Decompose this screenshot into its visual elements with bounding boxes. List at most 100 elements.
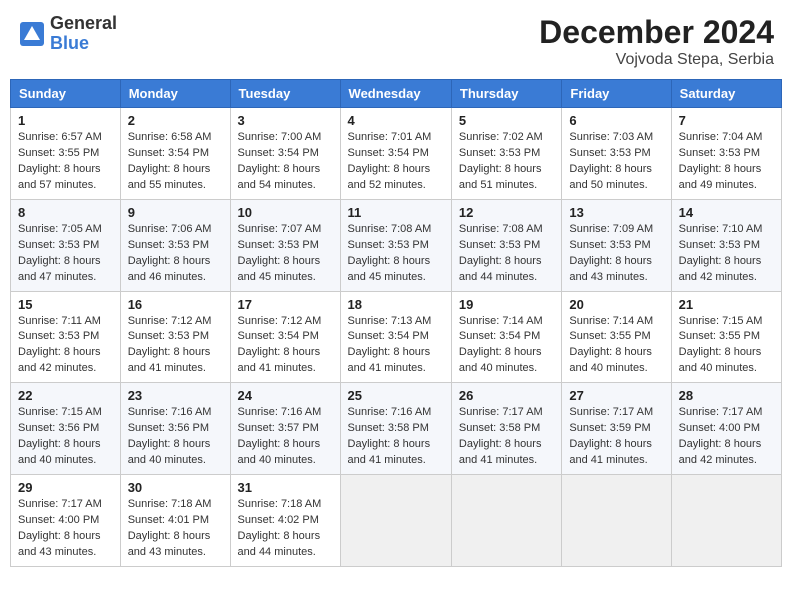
day-number: 29 <box>18 480 113 495</box>
location-subtitle: Vojvoda Stepa, Serbia <box>539 51 774 69</box>
day-number: 14 <box>679 205 774 220</box>
day-info: Sunrise: 7:03 AM Sunset: 3:53 PM Dayligh… <box>569 130 663 194</box>
day-info: Sunrise: 7:12 AM Sunset: 3:53 PM Dayligh… <box>128 314 223 378</box>
calendar-cell: 13 Sunrise: 7:09 AM Sunset: 3:53 PM Dayl… <box>562 199 671 291</box>
day-info: Sunrise: 7:13 AM Sunset: 3:54 PM Dayligh… <box>348 314 444 378</box>
day-number: 8 <box>18 205 113 220</box>
calendar-cell: 5 Sunrise: 7:02 AM Sunset: 3:53 PM Dayli… <box>451 108 561 200</box>
day-number: 1 <box>18 113 113 128</box>
day-number: 10 <box>238 205 333 220</box>
day-info: Sunrise: 7:17 AM Sunset: 3:59 PM Dayligh… <box>569 405 663 469</box>
day-info: Sunrise: 7:17 AM Sunset: 4:00 PM Dayligh… <box>18 497 113 561</box>
weekday-header-sunday: Sunday <box>11 80 121 108</box>
day-number: 17 <box>238 297 333 312</box>
day-number: 7 <box>679 113 774 128</box>
day-info: Sunrise: 7:16 AM Sunset: 3:56 PM Dayligh… <box>128 405 223 469</box>
weekday-header-wednesday: Wednesday <box>340 80 451 108</box>
day-info: Sunrise: 7:01 AM Sunset: 3:54 PM Dayligh… <box>348 130 444 194</box>
calendar-week-row: 1 Sunrise: 6:57 AM Sunset: 3:55 PM Dayli… <box>11 108 782 200</box>
day-number: 20 <box>569 297 663 312</box>
day-info: Sunrise: 7:10 AM Sunset: 3:53 PM Dayligh… <box>679 222 774 286</box>
day-number: 9 <box>128 205 223 220</box>
calendar-cell: 6 Sunrise: 7:03 AM Sunset: 3:53 PM Dayli… <box>562 108 671 200</box>
calendar-cell: 28 Sunrise: 7:17 AM Sunset: 4:00 PM Dayl… <box>671 383 781 475</box>
day-number: 21 <box>679 297 774 312</box>
day-info: Sunrise: 7:08 AM Sunset: 3:53 PM Dayligh… <box>459 222 554 286</box>
logo-general-text: General <box>50 14 117 34</box>
calendar-cell: 23 Sunrise: 7:16 AM Sunset: 3:56 PM Dayl… <box>120 383 230 475</box>
day-info: Sunrise: 7:17 AM Sunset: 4:00 PM Dayligh… <box>679 405 774 469</box>
day-number: 19 <box>459 297 554 312</box>
day-number: 2 <box>128 113 223 128</box>
calendar-cell: 26 Sunrise: 7:17 AM Sunset: 3:58 PM Dayl… <box>451 383 561 475</box>
day-number: 22 <box>18 388 113 403</box>
calendar-week-row: 15 Sunrise: 7:11 AM Sunset: 3:53 PM Dayl… <box>11 291 782 383</box>
day-number: 3 <box>238 113 333 128</box>
day-info: Sunrise: 6:58 AM Sunset: 3:54 PM Dayligh… <box>128 130 223 194</box>
day-info: Sunrise: 7:18 AM Sunset: 4:01 PM Dayligh… <box>128 497 223 561</box>
day-number: 12 <box>459 205 554 220</box>
logo-text: General Blue <box>50 14 117 54</box>
logo-blue-text: Blue <box>50 34 117 54</box>
day-number: 26 <box>459 388 554 403</box>
calendar-cell: 3 Sunrise: 7:00 AM Sunset: 3:54 PM Dayli… <box>230 108 340 200</box>
calendar-header-row: SundayMondayTuesdayWednesdayThursdayFrid… <box>11 80 782 108</box>
page-header: General Blue December 2024 Vojvoda Stepa… <box>10 10 782 73</box>
day-info: Sunrise: 7:12 AM Sunset: 3:54 PM Dayligh… <box>238 314 333 378</box>
day-number: 25 <box>348 388 444 403</box>
calendar-cell: 17 Sunrise: 7:12 AM Sunset: 3:54 PM Dayl… <box>230 291 340 383</box>
weekday-header-monday: Monday <box>120 80 230 108</box>
day-info: Sunrise: 7:15 AM Sunset: 3:55 PM Dayligh… <box>679 314 774 378</box>
calendar-cell: 18 Sunrise: 7:13 AM Sunset: 3:54 PM Dayl… <box>340 291 451 383</box>
calendar-cell <box>340 475 451 567</box>
calendar-cell: 31 Sunrise: 7:18 AM Sunset: 4:02 PM Dayl… <box>230 475 340 567</box>
calendar-cell: 11 Sunrise: 7:08 AM Sunset: 3:53 PM Dayl… <box>340 199 451 291</box>
calendar-cell: 29 Sunrise: 7:17 AM Sunset: 4:00 PM Dayl… <box>11 475 121 567</box>
calendar-cell <box>562 475 671 567</box>
day-number: 11 <box>348 205 444 220</box>
day-number: 15 <box>18 297 113 312</box>
day-info: Sunrise: 7:00 AM Sunset: 3:54 PM Dayligh… <box>238 130 333 194</box>
day-info: Sunrise: 7:16 AM Sunset: 3:57 PM Dayligh… <box>238 405 333 469</box>
day-number: 31 <box>238 480 333 495</box>
calendar-cell: 1 Sunrise: 6:57 AM Sunset: 3:55 PM Dayli… <box>11 108 121 200</box>
calendar-cell: 27 Sunrise: 7:17 AM Sunset: 3:59 PM Dayl… <box>562 383 671 475</box>
calendar-cell: 9 Sunrise: 7:06 AM Sunset: 3:53 PM Dayli… <box>120 199 230 291</box>
day-info: Sunrise: 7:06 AM Sunset: 3:53 PM Dayligh… <box>128 222 223 286</box>
day-number: 23 <box>128 388 223 403</box>
weekday-header-friday: Friday <box>562 80 671 108</box>
day-number: 24 <box>238 388 333 403</box>
day-number: 18 <box>348 297 444 312</box>
day-number: 13 <box>569 205 663 220</box>
day-info: Sunrise: 7:04 AM Sunset: 3:53 PM Dayligh… <box>679 130 774 194</box>
calendar-week-row: 29 Sunrise: 7:17 AM Sunset: 4:00 PM Dayl… <box>11 475 782 567</box>
day-number: 6 <box>569 113 663 128</box>
day-info: Sunrise: 7:09 AM Sunset: 3:53 PM Dayligh… <box>569 222 663 286</box>
day-info: Sunrise: 7:14 AM Sunset: 3:54 PM Dayligh… <box>459 314 554 378</box>
calendar-cell: 30 Sunrise: 7:18 AM Sunset: 4:01 PM Dayl… <box>120 475 230 567</box>
calendar-cell: 21 Sunrise: 7:15 AM Sunset: 3:55 PM Dayl… <box>671 291 781 383</box>
calendar-cell: 7 Sunrise: 7:04 AM Sunset: 3:53 PM Dayli… <box>671 108 781 200</box>
calendar-cell: 25 Sunrise: 7:16 AM Sunset: 3:58 PM Dayl… <box>340 383 451 475</box>
title-section: December 2024 Vojvoda Stepa, Serbia <box>539 14 774 69</box>
day-number: 30 <box>128 480 223 495</box>
calendar-cell: 24 Sunrise: 7:16 AM Sunset: 3:57 PM Dayl… <box>230 383 340 475</box>
calendar-cell: 14 Sunrise: 7:10 AM Sunset: 3:53 PM Dayl… <box>671 199 781 291</box>
day-info: Sunrise: 7:08 AM Sunset: 3:53 PM Dayligh… <box>348 222 444 286</box>
day-info: Sunrise: 7:02 AM Sunset: 3:53 PM Dayligh… <box>459 130 554 194</box>
calendar-table: SundayMondayTuesdayWednesdayThursdayFrid… <box>10 79 782 567</box>
day-info: Sunrise: 7:07 AM Sunset: 3:53 PM Dayligh… <box>238 222 333 286</box>
day-info: Sunrise: 7:14 AM Sunset: 3:55 PM Dayligh… <box>569 314 663 378</box>
calendar-cell: 2 Sunrise: 6:58 AM Sunset: 3:54 PM Dayli… <box>120 108 230 200</box>
calendar-week-row: 22 Sunrise: 7:15 AM Sunset: 3:56 PM Dayl… <box>11 383 782 475</box>
day-info: Sunrise: 6:57 AM Sunset: 3:55 PM Dayligh… <box>18 130 113 194</box>
calendar-cell: 19 Sunrise: 7:14 AM Sunset: 3:54 PM Dayl… <box>451 291 561 383</box>
month-title: December 2024 <box>539 14 774 51</box>
calendar-cell: 8 Sunrise: 7:05 AM Sunset: 3:53 PM Dayli… <box>11 199 121 291</box>
day-info: Sunrise: 7:15 AM Sunset: 3:56 PM Dayligh… <box>18 405 113 469</box>
calendar-cell: 4 Sunrise: 7:01 AM Sunset: 3:54 PM Dayli… <box>340 108 451 200</box>
calendar-cell: 10 Sunrise: 7:07 AM Sunset: 3:53 PM Dayl… <box>230 199 340 291</box>
logo: General Blue <box>18 14 117 54</box>
day-number: 16 <box>128 297 223 312</box>
day-info: Sunrise: 7:05 AM Sunset: 3:53 PM Dayligh… <box>18 222 113 286</box>
